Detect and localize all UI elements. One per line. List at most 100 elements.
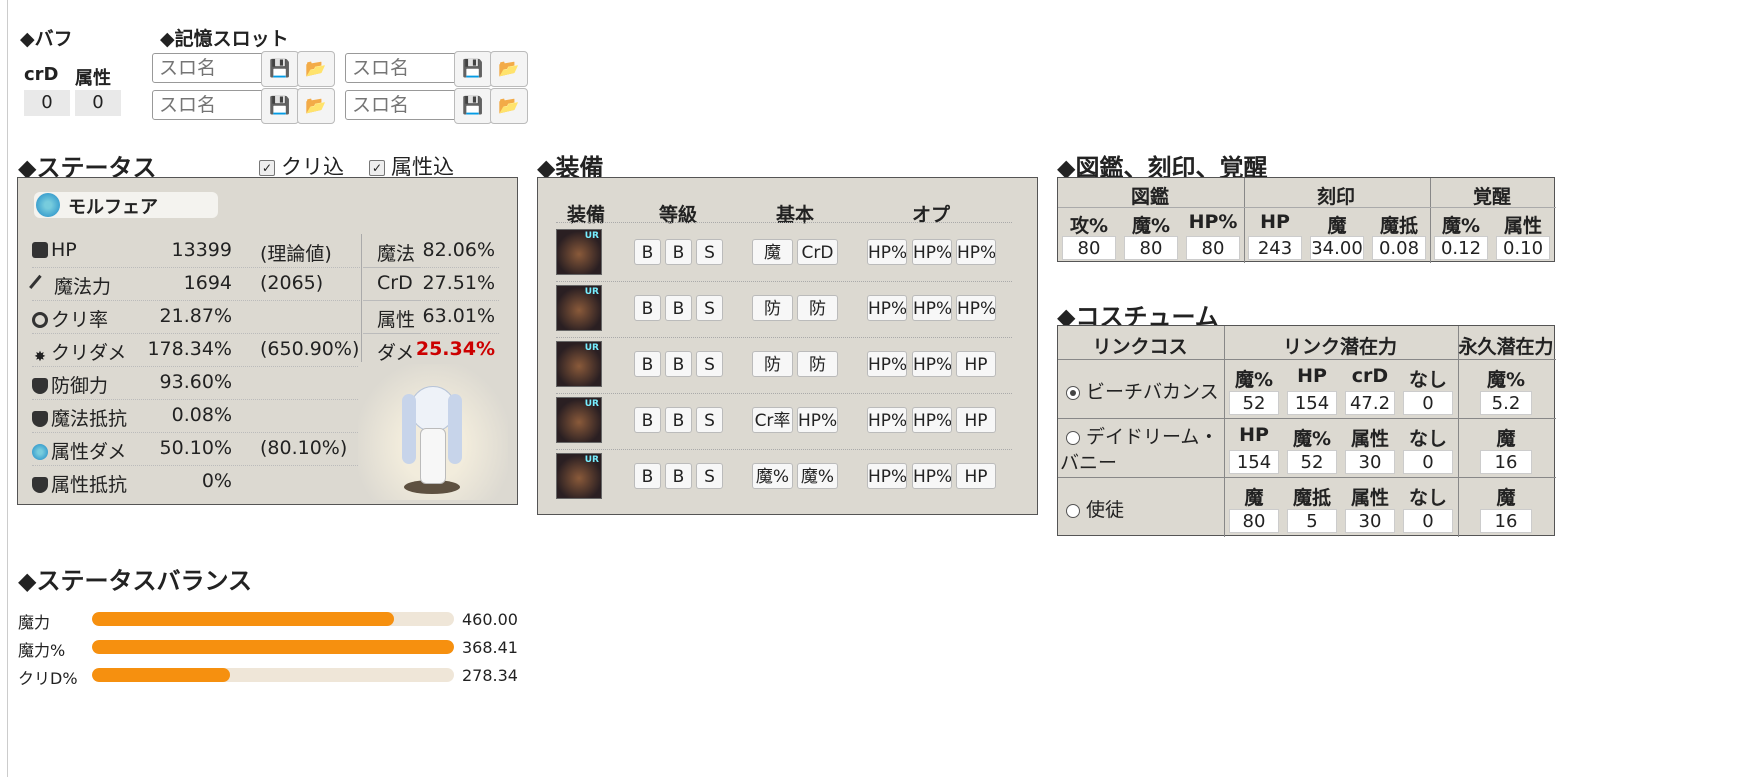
basic-stat-select[interactable]: 魔 xyxy=(752,239,793,265)
portrait-body xyxy=(420,428,446,484)
grade-select[interactable]: B xyxy=(665,351,692,377)
collection-value-input[interactable]: 0.08 xyxy=(1372,236,1426,260)
costume-name: デイドリーム・バニー xyxy=(1060,426,1219,474)
grade-select[interactable]: B xyxy=(634,407,661,433)
sub-stat-value: 27.51% xyxy=(422,272,495,294)
option-stat-select[interactable]: HP% xyxy=(912,463,952,489)
potential-value-input[interactable]: 0 xyxy=(1403,509,1453,533)
costume-option-daydream[interactable]: デイドリーム・バニー xyxy=(1060,424,1220,476)
grade-select[interactable]: B xyxy=(665,239,692,265)
slot-name-input-4[interactable] xyxy=(345,90,459,120)
costume-option-apostle[interactable]: 使徒 xyxy=(1066,495,1124,522)
sub-stat-value: 63.01% xyxy=(422,305,495,327)
slot-name-input-1[interactable] xyxy=(152,53,266,83)
buff-crd-input[interactable]: 0 xyxy=(24,90,70,116)
option-stat-select[interactable]: HP xyxy=(956,463,996,489)
option-stat-select[interactable]: HP% xyxy=(912,407,952,433)
slot-name-input-2[interactable] xyxy=(345,53,459,83)
collection-value-input[interactable]: 80 xyxy=(1186,236,1240,260)
collection-value-input[interactable]: 0.10 xyxy=(1496,236,1550,260)
save-slot-button-3[interactable]: 💾 xyxy=(261,88,299,124)
stat-extra: (650.90%) xyxy=(260,338,360,360)
grade-select[interactable]: B xyxy=(634,351,661,377)
option-stat-select[interactable]: HP xyxy=(956,407,996,433)
permanent-value-input[interactable]: 5.2 xyxy=(1480,391,1532,415)
potential-value-input[interactable]: 52 xyxy=(1287,450,1337,474)
grade-select[interactable]: B xyxy=(665,295,692,321)
collection-value-input[interactable]: 34.00 xyxy=(1310,236,1364,260)
option-stat-select[interactable]: HP% xyxy=(912,295,952,321)
load-slot-button-2[interactable]: 📂 xyxy=(490,51,528,87)
save-slot-button-2[interactable]: 💾 xyxy=(454,51,492,87)
collection-group-kokuin: 刻印 xyxy=(1316,186,1355,208)
basic-stat-select[interactable]: HP% xyxy=(797,407,838,433)
basic-stat-select[interactable]: 防 xyxy=(797,351,838,377)
potential-value-input[interactable]: 30 xyxy=(1345,509,1395,533)
option-stat-select[interactable]: HP% xyxy=(867,463,907,489)
permanent-value-input[interactable]: 16 xyxy=(1480,509,1532,533)
wand-icon xyxy=(29,274,54,300)
grade-select[interactable]: S xyxy=(696,407,723,433)
buff-attr-input[interactable]: 0 xyxy=(75,90,121,116)
option-stat-select[interactable]: HP% xyxy=(867,351,907,377)
option-stat-select[interactable]: HP% xyxy=(867,239,907,265)
basic-stat-select[interactable]: 魔% xyxy=(752,463,793,489)
equipment-thumbnail[interactable]: UR xyxy=(556,229,602,275)
grade-select[interactable]: S xyxy=(696,295,723,321)
load-slot-button-1[interactable]: 📂 xyxy=(297,51,335,87)
costume-option-beach[interactable]: ビーチバカンス xyxy=(1066,377,1219,404)
equipment-thumbnail[interactable]: UR xyxy=(556,453,602,499)
equipment-thumbnail[interactable]: UR xyxy=(556,397,602,443)
equipment-thumbnail[interactable]: UR xyxy=(556,341,602,387)
grade-select[interactable]: B xyxy=(634,295,661,321)
load-slot-button-4[interactable]: 📂 xyxy=(490,88,528,124)
option-stat-select[interactable]: HP xyxy=(956,351,996,377)
equipment-thumbnail[interactable]: UR xyxy=(556,285,602,331)
grade-select[interactable]: S xyxy=(696,351,723,377)
folder-icon: 📂 xyxy=(305,96,327,116)
basic-stat-select[interactable]: 防 xyxy=(797,295,838,321)
potential-value-input[interactable]: 5 xyxy=(1287,509,1337,533)
collection-value-input[interactable]: 0.12 xyxy=(1434,236,1488,260)
potential-value-input[interactable]: 0 xyxy=(1403,391,1453,415)
grade-select[interactable]: B xyxy=(634,239,661,265)
basic-stat-select[interactable]: 魔% xyxy=(797,463,838,489)
potential-value-input[interactable]: 47.2 xyxy=(1345,391,1395,415)
option-stat-select[interactable]: HP% xyxy=(867,295,907,321)
potential-value-input[interactable]: 154 xyxy=(1287,391,1337,415)
basic-stat-select[interactable]: 防 xyxy=(752,295,793,321)
basic-stat-select[interactable]: Cr率 xyxy=(752,407,793,433)
save-slot-button-4[interactable]: 💾 xyxy=(454,88,492,124)
potential-value-input[interactable]: 0 xyxy=(1403,450,1453,474)
sub-stat-key: CrD xyxy=(377,272,413,294)
stat-name: 魔法力 xyxy=(54,276,112,298)
grade-select[interactable]: B xyxy=(665,463,692,489)
collection-value-input[interactable]: 80 xyxy=(1124,236,1178,260)
potential-value-input[interactable]: 154 xyxy=(1229,450,1279,474)
slot-name-input-3[interactable] xyxy=(152,90,266,120)
collection-value-input[interactable]: 80 xyxy=(1062,236,1116,260)
attr-shield-icon xyxy=(32,477,48,493)
option-stat-select[interactable]: HP% xyxy=(867,407,907,433)
option-stat-select[interactable]: HP% xyxy=(956,295,996,321)
permanent-value-input[interactable]: 16 xyxy=(1480,450,1532,474)
potential-value-input[interactable]: 80 xyxy=(1229,509,1279,533)
grade-select[interactable]: B xyxy=(634,463,661,489)
potential-label: crD xyxy=(1351,365,1389,387)
potential-value-input[interactable]: 52 xyxy=(1229,391,1279,415)
basic-stat-select[interactable]: 防 xyxy=(752,351,793,377)
grade-select[interactable]: S xyxy=(696,239,723,265)
permanent-label: 魔 xyxy=(1496,428,1516,450)
potential-value-input[interactable]: 30 xyxy=(1345,450,1395,474)
collection-value-input[interactable]: 243 xyxy=(1248,236,1302,260)
option-stat-select[interactable]: HP% xyxy=(912,239,952,265)
checkbox-checked-icon: ✓ xyxy=(369,160,385,176)
grade-select[interactable]: B xyxy=(665,407,692,433)
option-stat-select[interactable]: HP% xyxy=(912,351,952,377)
balance-bar-label: 魔力 xyxy=(18,613,51,632)
basic-stat-select[interactable]: CrD xyxy=(797,239,838,265)
grade-select[interactable]: S xyxy=(696,463,723,489)
save-slot-button-1[interactable]: 💾 xyxy=(261,51,299,87)
load-slot-button-3[interactable]: 📂 xyxy=(297,88,335,124)
option-stat-select[interactable]: HP% xyxy=(956,239,996,265)
